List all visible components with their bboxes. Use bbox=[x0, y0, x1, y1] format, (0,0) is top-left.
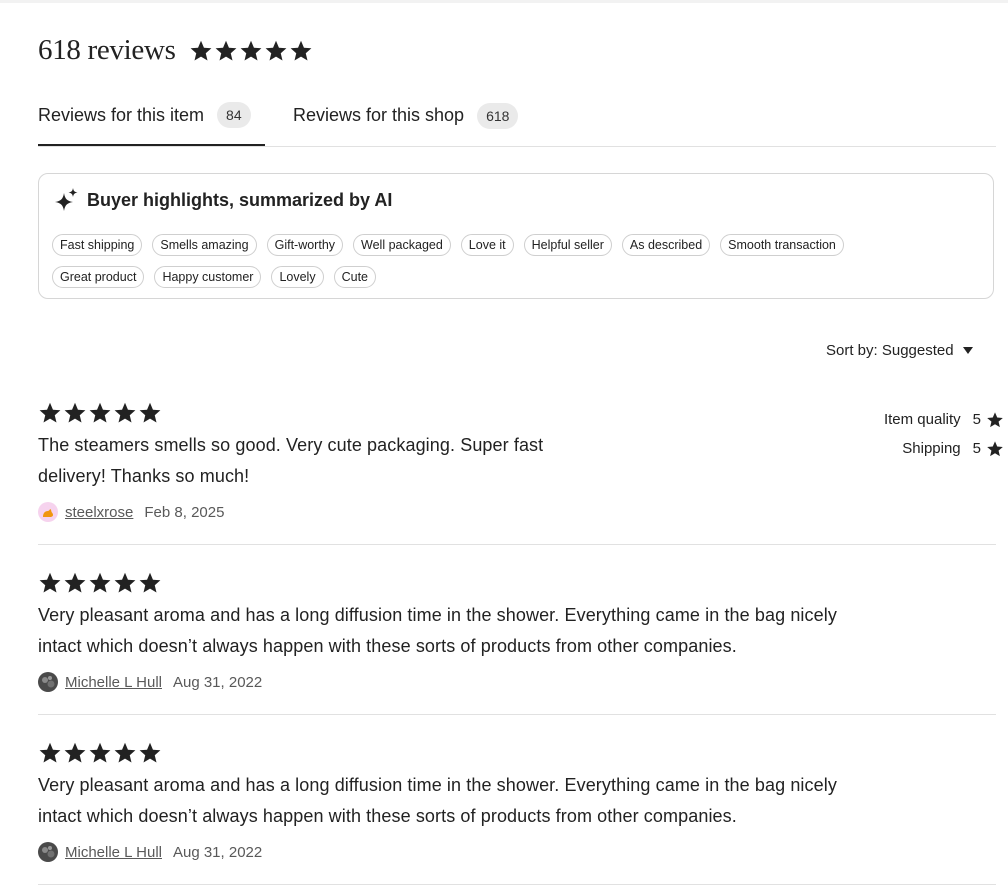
review-text-line: delivery! Thanks so much! bbox=[38, 466, 250, 486]
star-icon bbox=[113, 401, 137, 425]
review-divider bbox=[38, 544, 996, 545]
reviewer-name-link[interactable]: steelxrose bbox=[65, 504, 133, 521]
star-icon bbox=[88, 741, 112, 765]
star-icon bbox=[264, 39, 288, 63]
tab-label: Reviews for this shop bbox=[293, 105, 465, 125]
sort-label: Sort by: Suggested bbox=[826, 342, 954, 359]
review-item: The steamers smells so good. Very cute p… bbox=[38, 401, 996, 522]
review-divider bbox=[38, 884, 996, 885]
review-text: Very pleasant aroma and has a long diffu… bbox=[38, 600, 996, 662]
reviewer-name-link[interactable]: Michelle L Hull bbox=[65, 844, 162, 861]
highlight-chip[interactable]: Fast shipping bbox=[52, 234, 143, 256]
highlight-chip[interactable]: Lovely bbox=[271, 266, 324, 288]
star-icon bbox=[38, 571, 62, 595]
star-icon bbox=[88, 571, 112, 595]
review-text-line: Very pleasant aroma and has a long diffu… bbox=[38, 605, 837, 625]
highlight-chip[interactable]: Helpful seller bbox=[523, 234, 612, 256]
reviews-count-title: 618 reviews bbox=[38, 34, 176, 66]
tab-reviews-for-item[interactable]: Reviews for this item 84 bbox=[38, 96, 265, 146]
highlight-chip[interactable]: Cute bbox=[333, 266, 376, 288]
tab-reviews-for-shop[interactable]: Reviews for this shop 618 bbox=[293, 96, 519, 145]
highlight-chip[interactable]: Great product bbox=[52, 266, 145, 288]
overall-rating-stars bbox=[189, 39, 313, 63]
tab-count-badge: 84 bbox=[217, 102, 251, 128]
star-icon bbox=[63, 401, 87, 425]
star-icon bbox=[138, 571, 162, 595]
star-icon bbox=[138, 741, 162, 765]
highlight-chip[interactable]: Smooth transaction bbox=[720, 234, 844, 256]
reviewer-name-link[interactable]: Michelle L Hull bbox=[65, 674, 162, 691]
review-date: Feb 8, 2025 bbox=[144, 503, 225, 521]
review-text-line: Very pleasant aroma and has a long diffu… bbox=[38, 775, 837, 795]
caret-down-icon bbox=[962, 347, 973, 354]
sort-dropdown[interactable]: Sort by: Suggested bbox=[826, 342, 973, 359]
highlight-chip[interactable]: Gift-worthy bbox=[266, 234, 344, 256]
tab-label: Reviews for this item bbox=[38, 104, 205, 125]
highlight-chips: Fast shipping Smells amazing Gift-worthy… bbox=[52, 234, 952, 298]
avatar[interactable] bbox=[38, 672, 58, 692]
reviewer-info: Michelle L Hull Aug 31, 2022 bbox=[38, 842, 996, 862]
highlight-chip[interactable]: As described bbox=[621, 234, 711, 256]
review-divider bbox=[38, 714, 996, 715]
review-text-line: intact which doesn’t always happen with … bbox=[38, 636, 737, 656]
review-item: Very pleasant aroma and has a long diffu… bbox=[38, 571, 996, 692]
star-icon bbox=[88, 401, 112, 425]
star-icon bbox=[138, 401, 162, 425]
star-icon bbox=[113, 571, 137, 595]
review-text: Very pleasant aroma and has a long diffu… bbox=[38, 770, 996, 832]
star-icon bbox=[289, 39, 313, 63]
tab-count-badge: 618 bbox=[477, 102, 519, 129]
star-icon bbox=[214, 39, 238, 63]
review-text-line: The steamers smells so good. Very cute p… bbox=[38, 435, 544, 455]
star-icon bbox=[63, 571, 87, 595]
star-icon bbox=[63, 741, 87, 765]
review-date: Aug 31, 2022 bbox=[172, 843, 263, 861]
avatar[interactable] bbox=[38, 502, 58, 522]
top-divider bbox=[0, 0, 1008, 3]
star-icon bbox=[38, 741, 62, 765]
review-stars bbox=[38, 401, 996, 425]
highlight-chip[interactable]: Well packaged bbox=[353, 234, 451, 256]
sparkle-icon bbox=[53, 187, 79, 213]
reviewer-info: Michelle L Hull Aug 31, 2022 bbox=[38, 672, 996, 692]
highlight-chip[interactable]: Love it bbox=[460, 234, 514, 256]
review-text-line: intact which doesn’t always happen with … bbox=[38, 806, 737, 826]
review-date: Aug 31, 2022 bbox=[172, 673, 263, 691]
avatar[interactable] bbox=[38, 842, 58, 862]
highlights-title-row: Buyer highlights, summarized by AI bbox=[53, 187, 392, 213]
review-text: The steamers smells so good. Very cute p… bbox=[38, 430, 996, 492]
star-icon bbox=[189, 39, 213, 63]
reviews-header: 618 reviews bbox=[38, 34, 313, 67]
chip-row: Great product Happy customer Lovely Cute bbox=[52, 266, 952, 288]
highlights-title: Buyer highlights, summarized by AI bbox=[87, 189, 393, 210]
highlight-chip[interactable]: Smells amazing bbox=[152, 234, 257, 256]
chip-row: Fast shipping Smells amazing Gift-worthy… bbox=[52, 234, 952, 256]
review-stars bbox=[38, 571, 996, 595]
star-icon bbox=[113, 741, 137, 765]
reviewer-info: steelxrose Feb 8, 2025 bbox=[38, 502, 996, 522]
highlight-chip[interactable]: Happy customer bbox=[154, 266, 262, 288]
review-tabs: Reviews for this item 84 Reviews for thi… bbox=[38, 96, 996, 147]
star-icon bbox=[239, 39, 263, 63]
buyer-highlights-card: Buyer highlights, summarized by AI Fast … bbox=[38, 173, 994, 299]
review-item: Very pleasant aroma and has a long diffu… bbox=[38, 741, 996, 862]
star-icon bbox=[38, 401, 62, 425]
review-stars bbox=[38, 741, 996, 765]
